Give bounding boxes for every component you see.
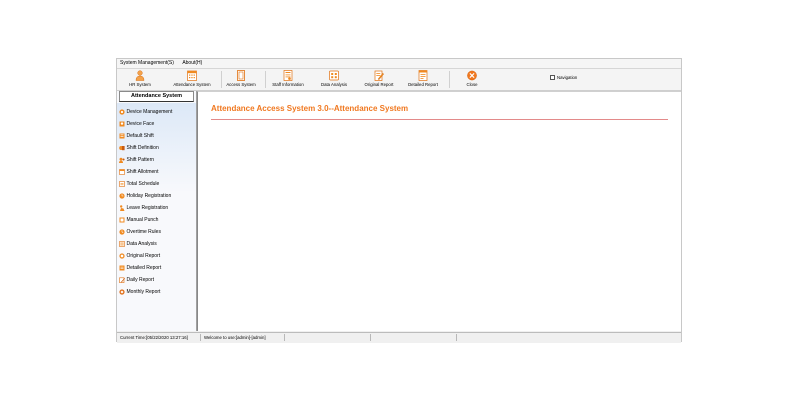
menu-system-management[interactable]: System Management(S) [120, 60, 174, 66]
sidebar-item-label: Default Shift [126, 133, 154, 139]
overtime-icon [119, 229, 125, 235]
status-bar: Current Time:[05/22/2020 13:27:16] Welco… [117, 332, 681, 343]
main-content: Attendance Access System 3.0--Attendance… [197, 91, 681, 331]
sidebar: Attendance System Device Management Devi… [117, 91, 197, 331]
original-report-label: Original Report [364, 82, 394, 87]
sidebar-item-total-schedule[interactable]: Total Schedule [119, 178, 172, 190]
sidebar-item-label: Device Management [126, 109, 173, 115]
data-analysis-button[interactable]: Data Analysis [313, 69, 355, 90]
sidebar-item-label: Shift Allotment [126, 169, 159, 175]
shift-pattern-icon [119, 157, 125, 163]
sidebar-item-label: Monthly Report [126, 289, 161, 295]
shift-definition-icon [119, 145, 125, 150]
face-icon [119, 121, 125, 127]
sidebar-item-default-shift[interactable]: Default Shift [119, 130, 172, 142]
sidebar-item-label: Detailed Report [126, 265, 162, 271]
title-divider [211, 119, 668, 120]
shift-allotment-icon [119, 168, 125, 175]
daily-report-icon [119, 277, 125, 283]
close-icon [467, 70, 477, 81]
sidebar-item-label: Total Schedule [126, 181, 160, 187]
sidebar-item-label: Shift Definition [126, 145, 159, 151]
door-icon [237, 70, 245, 81]
leave-icon [120, 204, 125, 211]
status-welcome: Welcome to use:[admin]-[admin] [201, 334, 285, 341]
detailed-report-icon [418, 70, 428, 81]
original-report-icon [119, 253, 125, 259]
detailed-report-icon [119, 265, 125, 271]
schedule-icon [119, 180, 125, 187]
sidebar-item-leave-registration[interactable]: Leave Registration [119, 202, 172, 214]
sidebar-item-label: Data Analysis [126, 241, 157, 247]
calendar-icon [187, 70, 197, 81]
sidebar-item-monthly-report[interactable]: Monthly Report [119, 286, 172, 298]
menu-about[interactable]: About(H) [182, 60, 202, 66]
hr-system-label: HR System [129, 82, 151, 87]
sidebar-item-overtime-rules[interactable]: Overtime Rules [119, 226, 172, 238]
sidebar-item-shift-allotment[interactable]: Shift Allotment [119, 166, 172, 178]
sidebar-item-shift-definition[interactable]: Shift Definition [119, 142, 172, 154]
sidebar-item-label: Holiday Registration [126, 193, 172, 199]
sidebar-item-label: Manual Punch [126, 217, 159, 223]
menu-bar: System Management(S) About(H) [117, 59, 681, 69]
navigation-checkbox[interactable]: Navigation [550, 75, 578, 81]
sidebar-title[interactable]: Attendance System [119, 91, 194, 102]
sidebar-item-holiday-registration[interactable]: Holiday Registration [119, 190, 172, 202]
sidebar-item-shift-pattern[interactable]: Shift Pattern [119, 154, 172, 166]
detailed-report-label: Detailed Report [408, 82, 438, 87]
status-time: Current Time:[05/22/2020 13:27:16] [117, 334, 201, 341]
staff-information-label: Staff Information [272, 82, 304, 87]
data-analysis-icon [119, 240, 125, 247]
sidebar-item-label: Shift Pattern [126, 157, 155, 163]
staff-information-button[interactable]: Staff Information [265, 69, 311, 90]
sidebar-item-label: Leave Registration [126, 205, 169, 211]
monthly-report-icon [119, 289, 125, 295]
access-system-button[interactable]: Access System [221, 69, 261, 90]
navigation-label: Navigation [557, 75, 578, 80]
toolbar: HR System Attendance System Access Syste… [117, 69, 681, 91]
sidebar-item-label: Overtime Rules [126, 229, 161, 235]
holiday-icon [119, 193, 125, 199]
staff-card-icon [283, 70, 293, 81]
checkbox-box[interactable] [550, 75, 555, 81]
data-analysis-label: Data Analysis [320, 82, 348, 87]
close-button[interactable]: Close [455, 69, 489, 90]
shift-icon [119, 133, 125, 139]
status-empty-cell [287, 334, 371, 341]
hr-system-button[interactable]: HR System [119, 69, 161, 90]
page-title: Attendance Access System 3.0--Attendance… [211, 104, 409, 113]
sidebar-item-device-management[interactable]: Device Management [119, 106, 172, 118]
sidebar-item-original-report[interactable]: Original Report [119, 250, 172, 262]
access-system-label: Access System [226, 82, 256, 87]
sidebar-item-label: Daily Report [126, 277, 155, 283]
sidebar-item-daily-report[interactable]: Daily Report [119, 274, 172, 286]
sidebar-item-label: Device Face [126, 121, 155, 127]
toolbar-separator [449, 71, 450, 88]
data-analysis-icon [329, 70, 339, 81]
sidebar-item-detailed-report[interactable]: Detailed Report [119, 262, 172, 274]
close-label: Close [466, 82, 478, 87]
status-empty-cell [373, 334, 457, 341]
original-report-button[interactable]: Original Report [358, 69, 400, 90]
detailed-report-button[interactable]: Detailed Report [401, 69, 445, 90]
person-icon [135, 70, 145, 81]
manual-punch-icon [119, 217, 125, 223]
attendance-system-label: Attendance System [173, 82, 211, 87]
attendance-system-button[interactable]: Attendance System [169, 69, 215, 90]
app-window: System Management(S) About(H) HR System … [116, 58, 682, 343]
sidebar-item-device-face[interactable]: Device Face [119, 118, 172, 130]
pencil-report-icon [374, 70, 384, 81]
sidebar-list: Device Management Device Face Default Sh… [119, 106, 172, 298]
sidebar-item-label: Original Report [126, 253, 161, 259]
device-icon [119, 109, 125, 115]
sidebar-item-manual-punch[interactable]: Manual Punch [119, 214, 172, 226]
sidebar-item-data-analysis[interactable]: Data Analysis [119, 238, 172, 250]
